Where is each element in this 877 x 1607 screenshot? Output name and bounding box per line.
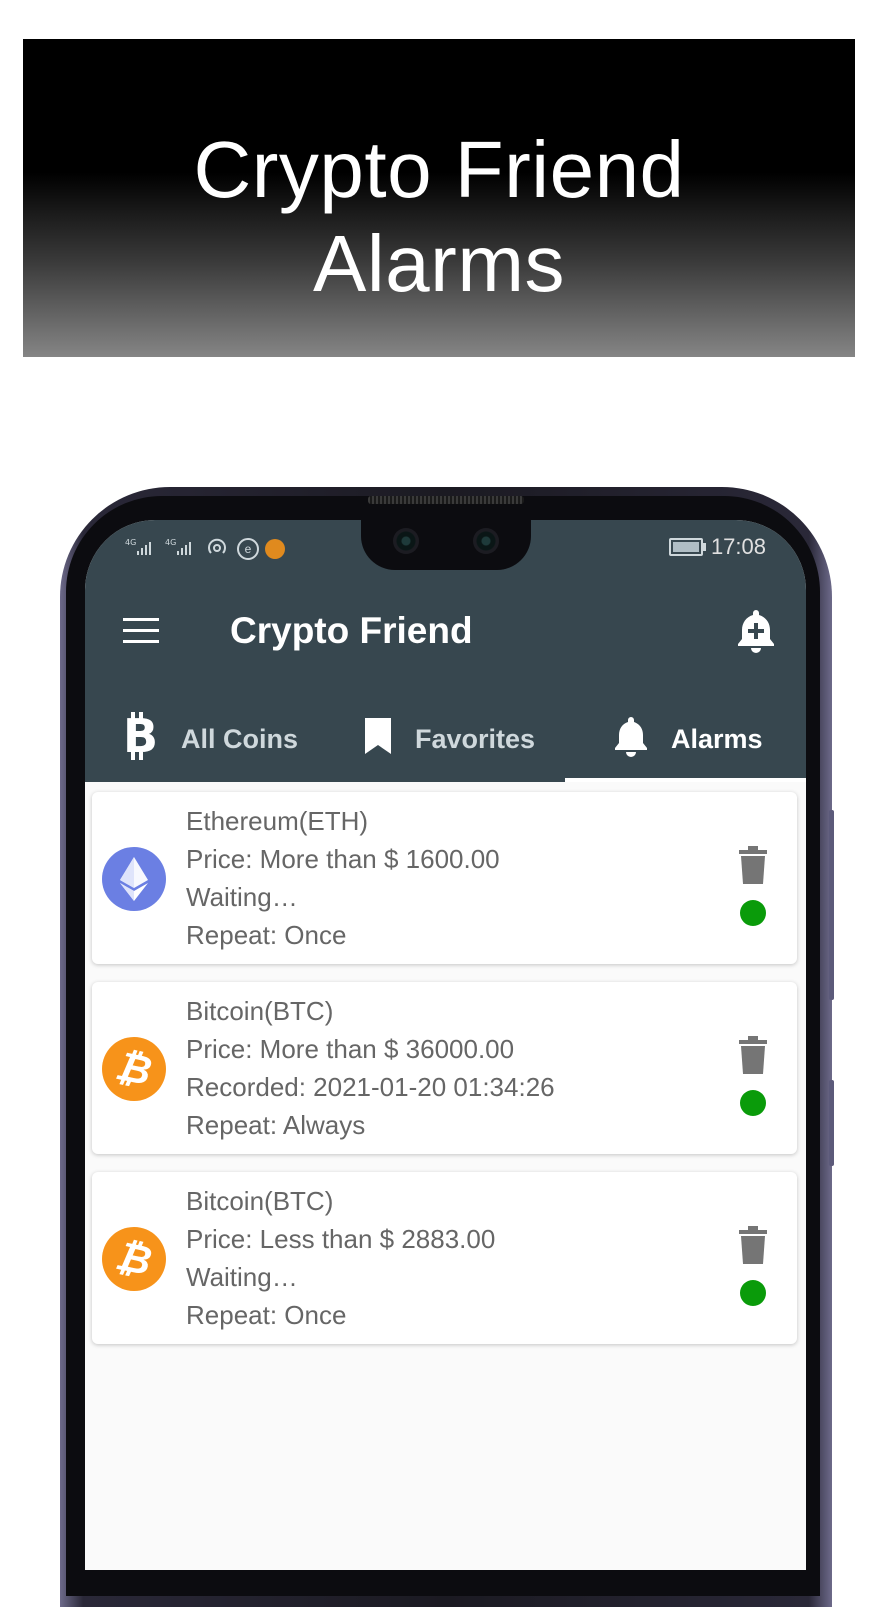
delete-alarm-button[interactable]: [739, 846, 767, 884]
banner-title-line1: Crypto Friend: [193, 125, 685, 214]
earpiece-speaker: [368, 496, 524, 504]
signal-label: 4G: [125, 538, 136, 547]
alarm-price-condition: Price: More than $ 36000.00: [186, 1034, 515, 1064]
alarm-repeat: Repeat: Once: [186, 920, 347, 950]
bitcoin-icon: B: [123, 709, 159, 767]
tab-alarms[interactable]: Alarms: [613, 696, 763, 782]
alarm-status: Recorded: 2021-01-20 01:34:26: [186, 1072, 555, 1102]
app-title: Crypto Friend: [230, 610, 473, 651]
bitcoin-icon: ₿: [102, 1037, 166, 1101]
bitcoin-icon: ₿: [102, 1227, 166, 1291]
bookmark-icon: [363, 716, 393, 763]
alarm-details: Bitcoin(BTC) Price: Less than $ 2883.00 …: [186, 1182, 495, 1334]
status-bar-right: 17:08: [668, 534, 766, 560]
tab-label: Alarms: [671, 723, 763, 754]
alarm-coin-name: Bitcoin(BTC): [186, 996, 334, 1026]
active-tab-indicator: [565, 778, 806, 782]
tab-bar: B All Coins Favorites Alarms: [85, 696, 806, 782]
alarm-repeat: Repeat: Once: [186, 1300, 347, 1330]
battery-icon: [668, 538, 706, 556]
alarm-details: Ethereum(ETH) Price: More than $ 1600.00…: [186, 802, 500, 954]
ethereum-icon: [102, 847, 166, 911]
alarm-card[interactable]: ₿ Bitcoin(BTC) Price: Less than $ 2883.0…: [92, 1172, 797, 1344]
delete-alarm-button[interactable]: [739, 1036, 767, 1074]
trash-icon: [739, 1226, 767, 1264]
alarm-active-indicator[interactable]: [740, 1090, 766, 1116]
alarm-card[interactable]: ₿ Bitcoin(BTC) Price: More than $ 36000.…: [92, 982, 797, 1154]
tab-label: All Coins: [181, 723, 299, 754]
power-button: [829, 1080, 834, 1166]
clock: 17:08: [710, 534, 766, 559]
alarm-repeat: Repeat: Always: [186, 1110, 366, 1140]
tab-favorites[interactable]: Favorites: [363, 696, 535, 782]
signal-icon: 4G: [125, 537, 159, 560]
alarm-status: Waiting…: [186, 882, 298, 912]
alarm-price-condition: Price: Less than $ 2883.00: [186, 1224, 496, 1254]
alarm-active-indicator[interactable]: [740, 1280, 766, 1306]
alarm-active-indicator[interactable]: [740, 900, 766, 926]
toolbar: Crypto Friend: [85, 600, 806, 666]
volume-button: [829, 810, 834, 1000]
front-camera-icon: [393, 528, 419, 554]
trash-icon: [739, 1036, 767, 1074]
signal-icon: 4G: [165, 537, 199, 560]
bitcoin-symbol: ₿: [112, 1043, 156, 1094]
alarm-price-condition: Price: More than $ 1600.00: [186, 844, 500, 874]
promo-banner: Crypto Friend Alarms: [23, 39, 855, 357]
display-notch: [361, 520, 531, 570]
bell-icon: [613, 715, 649, 764]
add-alarm-button[interactable]: [736, 608, 776, 654]
hamburger-menu-icon[interactable]: [123, 618, 159, 644]
bitcoin-symbol: ₿: [112, 1233, 156, 1284]
trend-notification-icon: [265, 538, 285, 559]
front-camera-icon: [473, 528, 499, 554]
tab-label: Favorites: [415, 723, 536, 754]
alarm-card[interactable]: Ethereum(ETH) Price: More than $ 1600.00…: [92, 792, 797, 964]
alarm-details: Bitcoin(BTC) Price: More than $ 36000.00…: [186, 992, 555, 1144]
phone-screen: 4G 4G e 17:08 Crypto Friend B All Coins …: [85, 520, 806, 1570]
bell-plus-icon: [738, 610, 774, 653]
status-bar-left: 4G 4G e: [125, 536, 285, 561]
hotspot-icon: [205, 536, 231, 561]
delete-alarm-button[interactable]: [739, 1226, 767, 1264]
banner-title-line2: Alarms: [313, 219, 565, 308]
tab-all-coins[interactable]: B All Coins: [123, 696, 298, 782]
alarm-coin-name: Bitcoin(BTC): [186, 1186, 334, 1216]
alarm-coin-name: Ethereum(ETH): [186, 806, 369, 836]
alarm-status: Waiting…: [186, 1262, 298, 1292]
trash-icon: [739, 846, 767, 884]
signal-label: 4G: [165, 538, 176, 547]
browser-notification-icon: e: [237, 537, 259, 560]
